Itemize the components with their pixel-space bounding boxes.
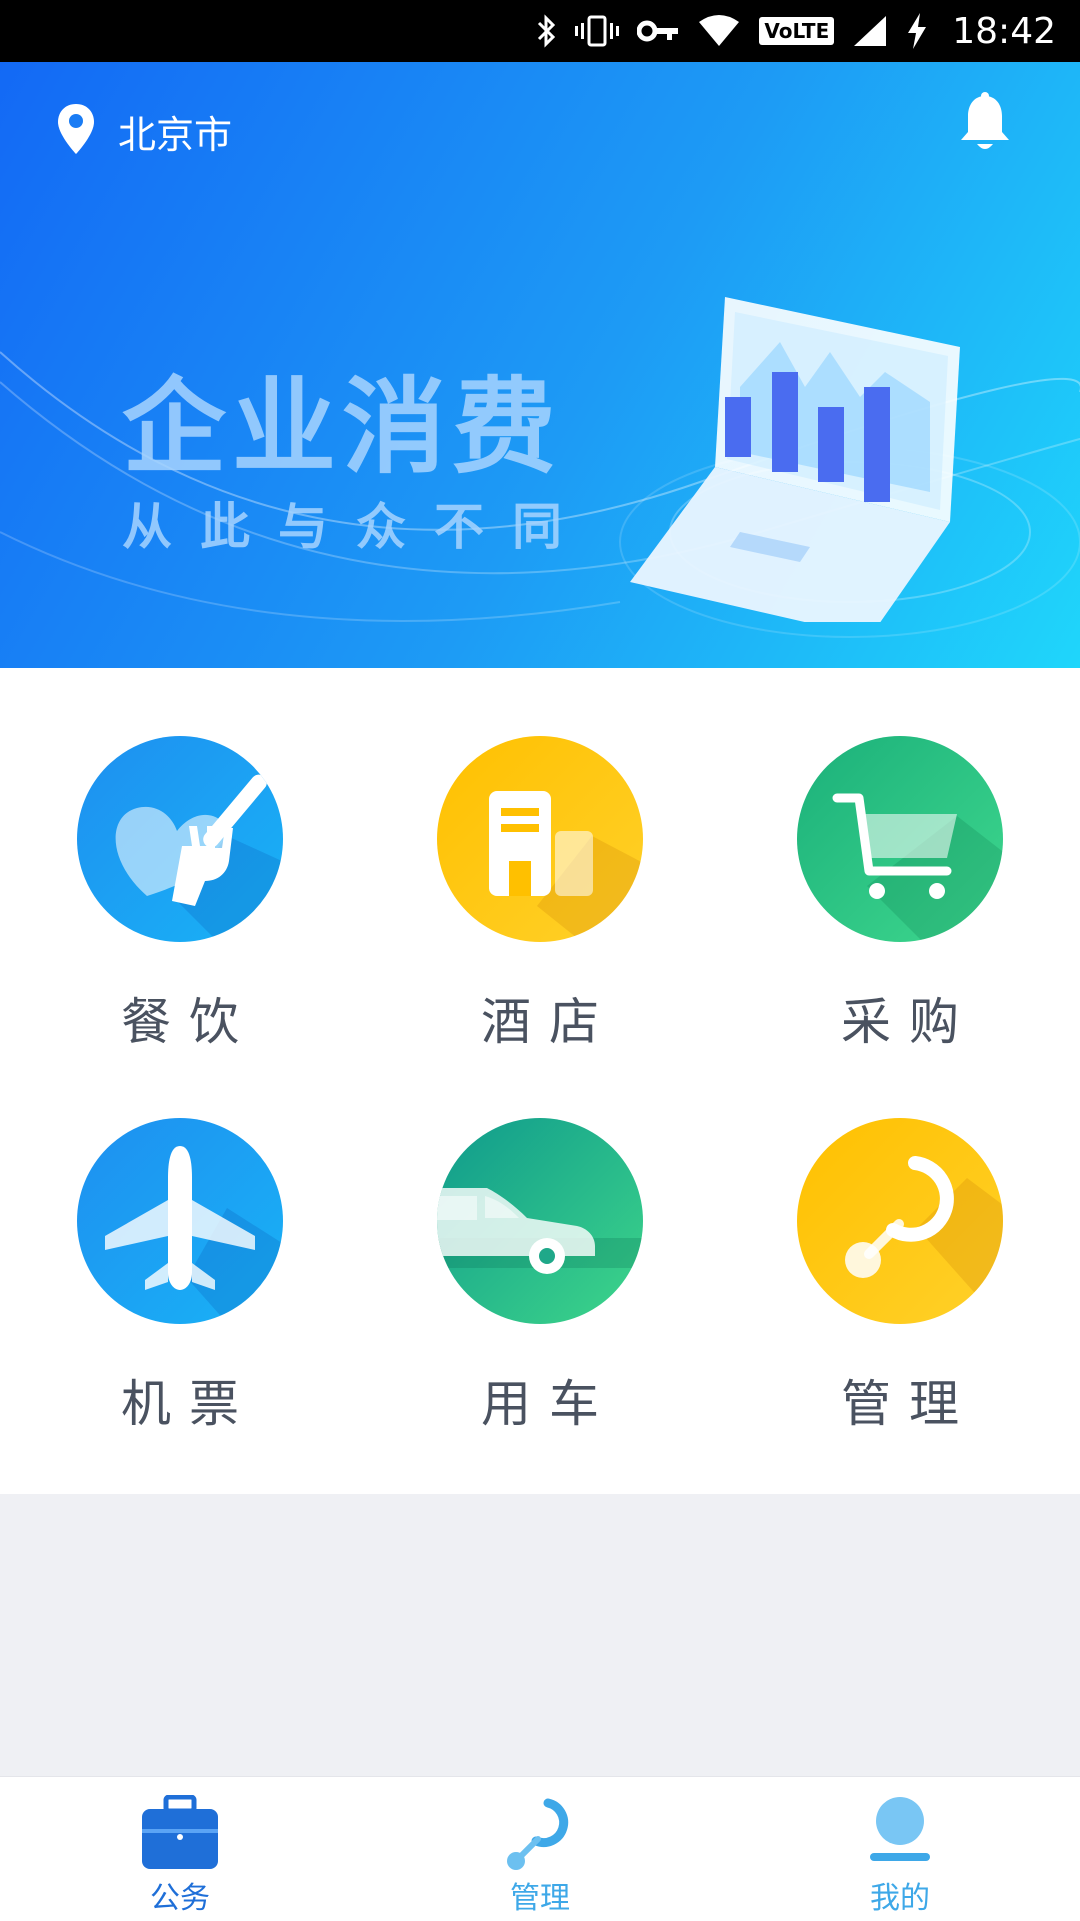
management-icon bbox=[797, 1118, 1003, 1324]
nav-item-official[interactable]: 公务 bbox=[0, 1777, 360, 1921]
service-label: 餐饮 bbox=[121, 993, 257, 1051]
banner-subline: 从此与众不同 bbox=[122, 498, 590, 556]
service-grid: 餐饮 酒店 采购 机票 用车 管理 bbox=[0, 668, 1080, 1494]
notification-bell-icon[interactable] bbox=[958, 92, 1012, 158]
nav-item-mine[interactable]: 我的 bbox=[720, 1777, 1080, 1921]
laptop-chart-illustration bbox=[630, 297, 960, 622]
service-purchase[interactable]: 采购 bbox=[750, 736, 1050, 1054]
nav-item-management[interactable]: 管理 bbox=[360, 1777, 720, 1921]
promo-banner[interactable]: 北京市 企业消费 从此与众不同 bbox=[0, 62, 1080, 668]
service-dining[interactable]: 餐饮 bbox=[30, 736, 330, 1054]
nav-label: 我的 bbox=[870, 1881, 930, 1916]
service-hotel[interactable]: 酒店 bbox=[390, 736, 690, 1054]
location-text: 北京市 bbox=[118, 112, 233, 157]
status-time: 18:42 bbox=[952, 10, 1056, 52]
car-icon bbox=[437, 1118, 643, 1324]
management-icon bbox=[500, 1795, 580, 1875]
service-label: 用车 bbox=[481, 1375, 617, 1433]
service-car[interactable]: 用车 bbox=[390, 1118, 690, 1436]
nav-label: 管理 bbox=[510, 1881, 570, 1916]
service-air-ticket[interactable]: 机票 bbox=[30, 1118, 330, 1436]
banner-headline: 企业消费 bbox=[122, 366, 563, 488]
vibrate-icon bbox=[575, 13, 620, 49]
briefcase-icon bbox=[140, 1794, 220, 1875]
service-management[interactable]: 管理 bbox=[750, 1118, 1050, 1436]
wifi-icon bbox=[697, 13, 741, 49]
location-selector[interactable]: 北京市 bbox=[56, 102, 232, 160]
bottom-navigation: 公务 管理 我的 bbox=[0, 1776, 1080, 1921]
vpn-key-icon bbox=[637, 13, 679, 49]
dining-icon bbox=[77, 736, 283, 942]
volte-icon: VoLTE bbox=[759, 17, 835, 45]
status-bar: VoLTE 18:42 bbox=[0, 0, 1080, 62]
nav-label: 公务 bbox=[150, 1881, 210, 1916]
airplane-icon bbox=[77, 1118, 283, 1324]
bluetooth-icon bbox=[535, 13, 557, 49]
service-label: 机票 bbox=[121, 1375, 257, 1433]
service-label: 采购 bbox=[841, 993, 977, 1051]
hotel-icon bbox=[437, 736, 643, 942]
shopping-cart-icon bbox=[797, 736, 1003, 942]
service-label: 酒店 bbox=[481, 993, 617, 1051]
location-pin-icon bbox=[56, 102, 96, 160]
user-icon bbox=[860, 1795, 940, 1875]
service-label: 管理 bbox=[841, 1375, 977, 1433]
signal-icon bbox=[852, 13, 888, 49]
charging-icon bbox=[906, 13, 928, 49]
